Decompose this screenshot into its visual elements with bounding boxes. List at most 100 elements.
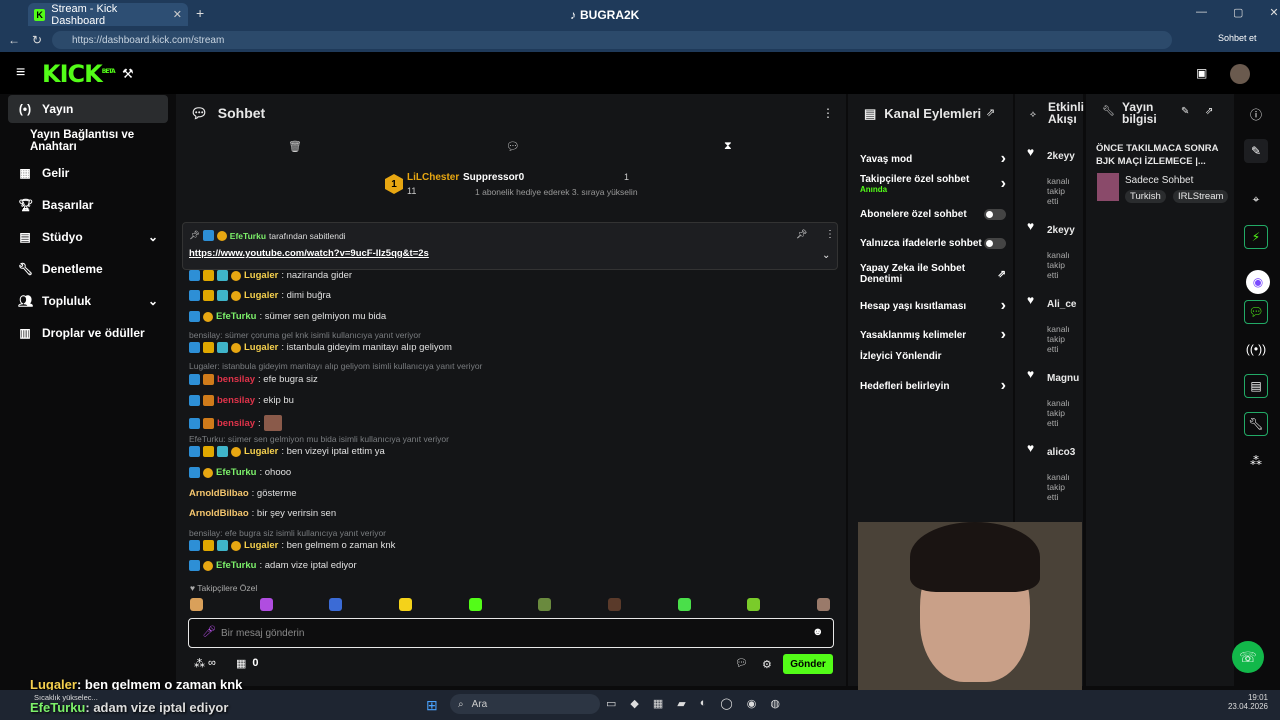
store-icon[interactable]: ▦ (653, 697, 663, 710)
box-indicator[interactable]: ▦ 0 (236, 657, 259, 670)
emote[interactable] (398, 598, 412, 611)
category-name[interactable]: Sadece Sohbet (1125, 175, 1193, 186)
new-tab-button[interactable]: + (196, 5, 204, 21)
chevron-right-icon[interactable]: › (1001, 150, 1006, 168)
taskbar-search[interactable]: ⌕ Ara (450, 694, 600, 714)
chat-username[interactable]: ArnoldBilbao (189, 488, 249, 499)
emote[interactable] (259, 598, 273, 611)
popout-icon[interactable]: ⇗ (1205, 106, 1213, 117)
info-icon[interactable]: ⓘ (1244, 102, 1268, 126)
close-tab-icon[interactable]: ✕ (173, 8, 182, 21)
emote[interactable] (677, 598, 691, 611)
chat-icon[interactable]: 💬︎ (1244, 300, 1268, 324)
chat-bubble-icon[interactable]: 💬︎ (735, 658, 748, 669)
activity-user[interactable]: 2keyy (1047, 151, 1083, 162)
actions-icon[interactable]: ▤ (1244, 374, 1268, 398)
external-link-icon[interactable]: ⇗ (998, 269, 1006, 280)
browser-tab[interactable]: K Stream - Kick Dashboard ✕ (28, 3, 188, 27)
wrench-icon[interactable]: 🔧︎ (1244, 412, 1268, 436)
chat-message[interactable]: bensilay: (189, 415, 282, 431)
chat-input[interactable]: Bir mesaj gönderin (188, 618, 834, 648)
chat-username[interactable]: ArnoldBilbao (189, 508, 249, 519)
sidebar-item-achievements[interactable]: 🏆︎ Başarılar (8, 191, 168, 219)
spotify-icon[interactable]: ◍ (770, 697, 780, 710)
opera-icon[interactable]: ◯ (720, 697, 732, 710)
activity-user[interactable]: Magnu (1047, 373, 1083, 384)
emote[interactable] (263, 415, 282, 431)
edge-icon[interactable]: ◐ (700, 697, 707, 710)
assistant-icon[interactable]: ◉ (1246, 270, 1270, 294)
hourglass-icon[interactable]: ⧗ (724, 140, 732, 153)
chat-username[interactable]: EfeTurku (216, 467, 256, 478)
chevron-right-icon[interactable]: › (1001, 326, 1006, 344)
toggle-switch[interactable] (984, 238, 1006, 249)
community-icon[interactable]: ⁂ (1244, 449, 1268, 473)
minimize-icon[interactable]: — (1196, 6, 1207, 19)
activity-user[interactable]: alico3 (1047, 447, 1083, 458)
emoji-icon[interactable]: ☻ (812, 626, 824, 638)
more-icon[interactable]: ⋮ (822, 106, 834, 120)
chat-message[interactable]: Lugaler: ben gelmem o zaman knk (189, 540, 395, 551)
sidebar-chat-button[interactable]: Sohbet et (1218, 33, 1257, 43)
chevron-right-icon[interactable]: › (1001, 297, 1006, 315)
channel-action-item[interactable]: Yasaklanmış kelimeler › (860, 326, 1006, 344)
points-indicator[interactable]: ⁂ ∞ (194, 657, 216, 670)
chevron-right-icon[interactable]: › (1001, 377, 1006, 395)
chat-username[interactable]: bensilay (217, 374, 255, 385)
channel-action-item[interactable]: Hesap yaşı kısıtlaması › (860, 297, 1006, 315)
channel-action-item[interactable]: Takipçilere özel sohbet Anında › (860, 174, 1006, 195)
chevron-right-icon[interactable]: › (1001, 175, 1006, 193)
emote[interactable] (468, 598, 482, 611)
chat-message[interactable]: bensilay: ekip bu (189, 395, 294, 406)
chat-message[interactable]: Lugaler: dimi buğra (189, 290, 331, 301)
chat-username[interactable]: Lugaler (244, 270, 278, 281)
chat-username[interactable]: bensilay (217, 418, 255, 429)
chat-username[interactable]: EfeTurku (216, 560, 256, 571)
lightning-icon[interactable]: ⚡︎ (1244, 225, 1268, 249)
chat-message[interactable]: Lugaler: nazirandа gider (189, 270, 352, 281)
weather-widget[interactable]: Sıcaklık yükselec... (34, 693, 98, 702)
emote[interactable] (816, 598, 830, 611)
pencil-icon[interactable]: ✎ (1244, 139, 1268, 163)
chat-username[interactable]: Lugaler (244, 342, 278, 353)
chat-username[interactable]: Lugaler (244, 290, 278, 301)
support-icon[interactable]: ☏ (1232, 641, 1264, 673)
chat-message[interactable]: EfeTurku: adam vize iptal ediyor (189, 560, 357, 571)
chat-message[interactable]: Lugaler: ben vizeyi iptal ettim ya (189, 446, 385, 457)
emote[interactable] (538, 598, 552, 611)
pin-icon[interactable]: ⟡ (1030, 109, 1036, 120)
chat-username[interactable]: EfeTurku (216, 311, 256, 322)
kick-logo[interactable]: KICKBETA (42, 60, 116, 88)
chat-message[interactable]: Lugaler: istanbula gideyim manitayı alıp… (189, 342, 452, 353)
sidebar-item-drops[interactable]: ▥ Droplar ve ödüller (8, 319, 168, 347)
channel-action-item[interactable]: Hedefleri belirleyin › (860, 377, 1006, 395)
popout-icon[interactable]: ⇗ (986, 106, 995, 119)
sidebar-item-revenue[interactable]: ▦ Gelir (8, 159, 168, 187)
sidebar-item-community[interactable]: 👥︎ Topluluk ⌄ (8, 287, 168, 315)
pinned-link[interactable]: https://www.youtube.com/watch?v=9ucF-Ilz… (189, 248, 429, 259)
activity-user[interactable]: Ali_ce (1047, 299, 1083, 310)
broadcast-icon[interactable]: ((•)) (1244, 337, 1268, 361)
chevron-down-icon[interactable]: ⌄ (822, 250, 830, 261)
clock[interactable]: 19:01 23.04.2026 (1222, 693, 1268, 711)
folder-icon[interactable]: ▰ (677, 697, 685, 710)
sidebar-item-studio[interactable]: ▤ Stüdyo ⌄ (8, 223, 168, 251)
chat-message[interactable]: bensilay: efe bugra siz (189, 374, 318, 385)
close-window-icon[interactable]: ✕ (1269, 6, 1278, 19)
sidebar-item-moderation[interactable]: 🔧︎ Denetleme (8, 255, 168, 283)
menu-icon[interactable]: ≡ (16, 64, 25, 82)
send-button[interactable]: Gönder (783, 654, 833, 674)
channel-action-item[interactable]: Yalnızca ifadelerle sohbet (860, 238, 1006, 249)
chat-message[interactable]: EfeTurku: sümer sen gelmiyon mu bida (189, 311, 386, 322)
channel-action-item[interactable]: Yapay Zeka ile Sohbet Denetimi ⇗ (860, 263, 1006, 285)
sidebar-item-stream[interactable]: (•) Yayın (8, 95, 168, 123)
gift-target-name[interactable]: Suppressor0 (463, 172, 524, 183)
chat-username[interactable]: Lugaler (244, 540, 278, 551)
emote[interactable] (747, 598, 761, 611)
emote[interactable] (190, 598, 203, 611)
emote[interactable] (607, 598, 621, 611)
mic-icon[interactable]: 🎤︎ (202, 625, 216, 638)
refresh-icon[interactable]: ↻ (32, 33, 42, 47)
focus-icon[interactable]: ⌖ (1244, 187, 1268, 211)
pinned-more-icon[interactable]: ⋮ (825, 229, 835, 240)
